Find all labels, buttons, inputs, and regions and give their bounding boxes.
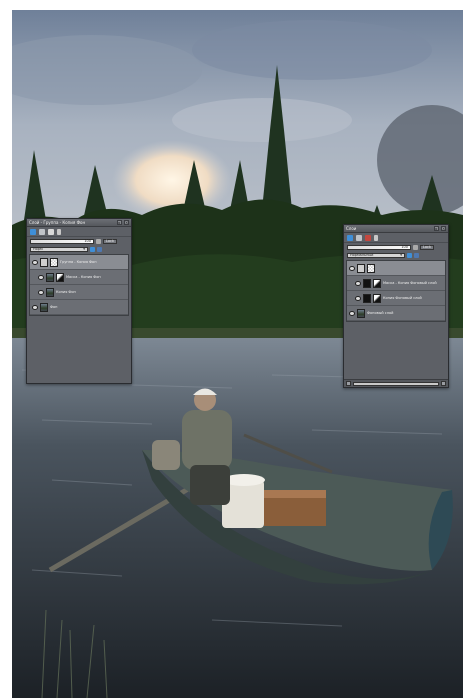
adjustment-layer-icon[interactable] [39,228,45,235]
chevron-down-icon: ▾ [400,252,402,257]
mask-thumbnail [56,272,64,282]
left-panel-toolbar [27,227,131,237]
layer-row[interactable]: Копия Фоновый слой [347,291,445,306]
brush-icon[interactable] [96,238,101,244]
layer-thumbnail [363,293,371,303]
left-lock-button[interactable]: Lock [103,238,117,244]
left-panel-title: Слой - Группа - Копия Фон [29,219,86,225]
layer-row[interactable]: Фон [30,300,128,315]
mask-thumbnail [373,278,381,288]
left-panel-menu-button[interactable]: ▸ [117,220,122,225]
group-thumbnail [40,257,48,267]
left-layers-panel: Слой - Группа - Копия Фон ▸ × 100 Lock Н… [26,218,132,384]
left-panel-close-button[interactable]: × [124,220,129,225]
trash-icon[interactable] [48,228,54,235]
right-blend-row: Нормальный ▾ [344,251,448,259]
eye-icon[interactable] [32,259,38,265]
eye-icon[interactable] [355,295,361,301]
layer-name: Копия Фоновый слой [383,296,422,300]
mask-icon[interactable] [407,252,412,258]
new-layer-icon[interactable] [347,234,353,241]
right-panel-close-button[interactable]: × [441,226,446,231]
chevron-down-icon: ▾ [83,246,85,251]
right-blend-value: Нормальный [350,252,374,257]
eye-icon[interactable] [38,274,44,280]
layer-thumbnail [357,308,365,318]
layer-name: Маска - Копия Фон [66,275,101,279]
layer-thumbnail [367,263,375,273]
right-opacity-input[interactable]: 100 [347,244,411,250]
scroll-left-icon[interactable] [346,381,351,386]
mask-icon[interactable] [90,246,95,252]
layer-thumbnail [363,278,371,288]
mask-thumbnail [373,293,381,303]
eye-icon[interactable] [32,304,38,310]
eye-icon[interactable] [355,280,361,286]
scroll-track[interactable] [353,381,439,386]
scroll-right-icon[interactable] [441,381,446,386]
brush-icon[interactable] [413,244,418,250]
right-opacity-row: 100 Lock [344,243,448,251]
layer-row[interactable]: Фоновый слой [347,306,445,321]
right-layers-panel: Слои ▸ × 100 Lock Нормальный ▾ Маска - К… [343,224,449,388]
layer-thumbnail [46,287,54,297]
layer-name: Фоновый слой [367,311,394,315]
adjustment-layer-icon[interactable] [356,234,362,241]
layer-row[interactable]: Маска - Копия Фон [30,270,128,285]
right-panel-toolbar [344,233,448,243]
right-blend-select[interactable]: Нормальный ▾ [347,252,405,258]
right-panel-scrollbar[interactable] [344,379,448,387]
layer-thumbnail [46,272,54,282]
right-panel-titlebar: Слои ▸ × [344,225,448,233]
right-lock-button[interactable]: Lock [420,244,434,250]
layer-thumbnail [50,257,58,267]
layer-name: Группа - Копия Фон [60,260,97,264]
group-thumbnail [357,263,365,273]
lock-icon[interactable] [414,252,419,258]
layer-row[interactable]: Копия Фон [30,285,128,300]
layer-row[interactable]: Маска - Копия Фоновый слой [347,276,445,291]
right-panel-title: Слои [346,225,357,231]
left-panel-titlebar: Слой - Группа - Копия Фон ▸ × [27,219,131,227]
layer-name: Маска - Копия Фоновый слой [383,281,437,285]
eye-icon[interactable] [349,310,355,316]
right-layers-list: Маска - Копия Фоновый слой Копия Фоновый… [346,260,446,322]
layer-row[interactable]: Группа - Копия Фон [30,255,128,270]
right-panel-menu-button[interactable]: ▸ [434,226,439,231]
layer-name: Копия Фон [56,290,76,294]
left-blend-value: Норм [33,246,43,251]
layer-name: Фон [50,305,58,309]
left-opacity-row: 100 Lock [27,237,131,245]
new-layer-icon[interactable] [30,228,36,235]
left-opacity-input[interactable]: 100 [30,238,94,244]
eye-icon[interactable] [349,265,355,271]
lock-icon[interactable] [97,246,102,252]
left-blend-row: Норм ▾ [27,245,131,253]
trash-icon[interactable] [365,234,371,241]
layer-row[interactable] [347,261,445,276]
left-layers-list: Группа - Копия Фон Маска - Копия Фон Коп… [29,254,129,316]
link-icon[interactable] [57,228,61,235]
eye-icon[interactable] [38,289,44,295]
link-icon[interactable] [374,234,378,241]
layer-thumbnail [40,302,48,312]
left-blend-select[interactable]: Норм ▾ [30,246,88,252]
